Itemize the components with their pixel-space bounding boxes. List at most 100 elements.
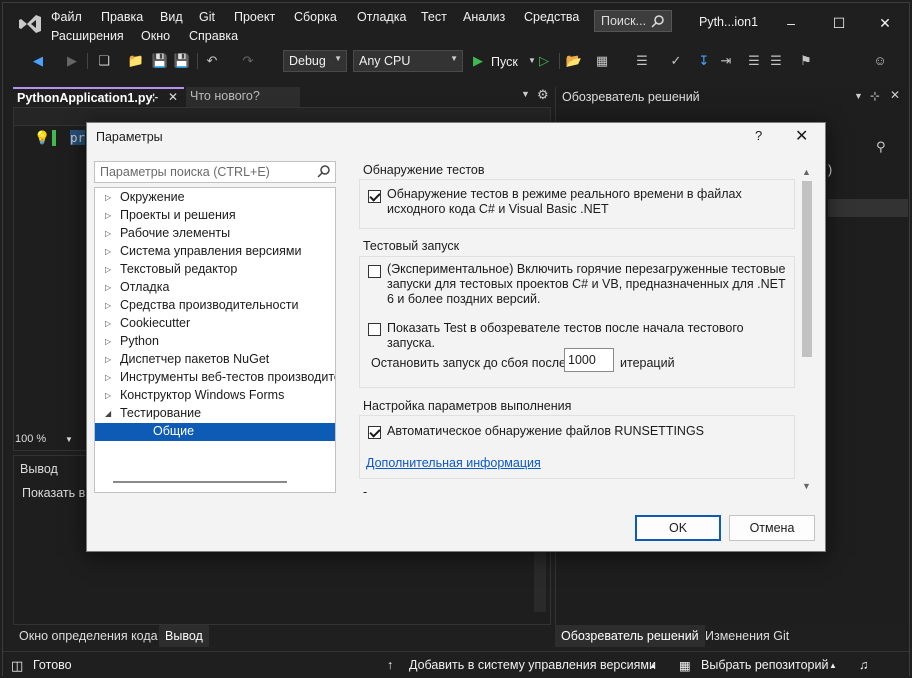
save-icon[interactable]: 💾: [151, 52, 169, 70]
format-icon[interactable]: ☰: [633, 52, 651, 70]
menu-test[interactable]: Тест: [421, 10, 447, 24]
close-icon[interactable]: ✕: [890, 88, 900, 102]
menu-edit[interactable]: Правка: [101, 10, 143, 24]
tree-expand-icon[interactable]: ▷: [105, 373, 111, 382]
forward-icon[interactable]: ▶: [63, 52, 81, 70]
start-debugging-icon[interactable]: ▶: [469, 52, 487, 70]
start-without-debugging-icon[interactable]: ▷: [535, 52, 553, 70]
tree-expand-icon[interactable]: ▷: [105, 337, 111, 346]
close-dialog-button[interactable]: ✕: [795, 126, 808, 146]
pin-icon[interactable]: ⊹: [870, 89, 880, 103]
comment-icon[interactable]: ☰: [745, 52, 763, 70]
open-folder-icon[interactable]: 📁: [127, 52, 145, 70]
back-icon[interactable]: ◀: [29, 52, 47, 70]
pin-icon[interactable]: ⊹: [149, 91, 158, 104]
menu-debug[interactable]: Отладка: [357, 10, 406, 24]
tree-expand-icon[interactable]: ▷: [105, 355, 111, 364]
tree-expand-icon[interactable]: ▷: [105, 229, 111, 238]
save-all-icon[interactable]: 💾: [173, 52, 191, 70]
feedback-icon[interactable]: ☺: [871, 52, 889, 70]
tree-item-source-control[interactable]: ▷ Система управления версиями: [95, 243, 335, 261]
chevron-down-icon[interactable]: ▼: [521, 89, 530, 99]
ok-button[interactable]: OK: [635, 515, 721, 541]
menu-view[interactable]: Вид: [160, 10, 183, 24]
scroll-up-icon[interactable]: ▲: [802, 167, 811, 177]
tree-expand-icon[interactable]: ▷: [105, 211, 111, 220]
tree-item-python[interactable]: ▷ Python: [95, 333, 335, 351]
configuration-select[interactable]: Debug ▼: [283, 50, 347, 72]
browse-folder-icon[interactable]: 📂: [565, 52, 583, 70]
tab-python-file[interactable]: PythonApplication1.py ⊹ ✕: [13, 87, 184, 107]
menu-extensions[interactable]: Расширения: [51, 29, 124, 43]
tree-expand-icon[interactable]: ▷: [105, 283, 111, 292]
maximize-button[interactable]: ☐: [829, 13, 849, 33]
step-icon[interactable]: ↧: [695, 52, 713, 70]
lightbulb-icon[interactable]: 💡: [34, 130, 50, 146]
scrollbar-thumb[interactable]: [802, 181, 812, 357]
options-vertical-scrollbar[interactable]: ▲ ▼: [799, 167, 815, 491]
tab-code-definition[interactable]: Окно определения кода: [13, 625, 164, 647]
tree-expand-icon[interactable]: ▷: [105, 391, 111, 400]
menu-window[interactable]: Окно: [141, 29, 170, 43]
tab-output[interactable]: Вывод: [159, 625, 209, 647]
tree-item-testing[interactable]: ◢ Тестирование: [95, 405, 335, 423]
window-layout-icon[interactable]: ▦: [593, 52, 611, 70]
tree-item-general[interactable]: Общие: [95, 423, 335, 441]
zoom-level[interactable]: 100 % ▼: [15, 433, 75, 449]
tab-solution-explorer[interactable]: Обозреватель решений: [555, 625, 705, 647]
more-info-link[interactable]: Дополнительная информация: [366, 456, 541, 470]
search-icon[interactable]: ⚲: [876, 139, 886, 155]
menu-tools[interactable]: Средства: [524, 10, 579, 24]
start-button[interactable]: Пуск: [491, 55, 518, 69]
redo-icon[interactable]: ↷: [239, 52, 257, 70]
menu-build[interactable]: Сборка: [294, 10, 337, 24]
tree-expand-icon[interactable]: ▷: [105, 265, 111, 274]
indent-icon[interactable]: ⇥: [717, 52, 735, 70]
add-to-source-control-button[interactable]: Добавить в систему управления версиями: [409, 658, 656, 672]
new-project-icon[interactable]: ❏: [95, 52, 113, 70]
tree-item-winforms-designer[interactable]: ▷ Конструктор Windows Forms: [95, 387, 335, 405]
iterations-input[interactable]: 1000: [564, 348, 614, 372]
menu-analyze[interactable]: Анализ: [463, 10, 505, 24]
spellcheck-icon[interactable]: ✓: [667, 52, 685, 70]
tree-item-work-items[interactable]: ▷ Рабочие элементы: [95, 225, 335, 243]
menu-help[interactable]: Справка: [189, 29, 238, 43]
tree-expand-icon[interactable]: ▷: [105, 301, 111, 310]
tree-item-debugging[interactable]: ▷ Отладка: [95, 279, 335, 297]
realtime-discovery-checkbox[interactable]: [368, 190, 381, 203]
tree-horizontal-scrollbar[interactable]: [113, 481, 287, 483]
show-test-checkbox[interactable]: [368, 323, 381, 336]
bookmark-icon[interactable]: ⚑: [797, 52, 815, 70]
global-search-box[interactable]: Поиск...: [594, 10, 672, 32]
tab-git-changes[interactable]: Изменения Git: [699, 625, 795, 647]
gear-icon[interactable]: ⚙: [537, 87, 549, 103]
tab-whats-new[interactable]: Что нового?: [186, 87, 300, 107]
auto-runsettings-checkbox[interactable]: [368, 426, 381, 439]
selected-row[interactable]: [828, 199, 908, 217]
uncomment-icon[interactable]: ☰: [767, 52, 785, 70]
tree-item-text-editor[interactable]: ▷ Текстовый редактор: [95, 261, 335, 279]
undo-icon[interactable]: ↶: [203, 52, 221, 70]
tree-collapse-icon[interactable]: ◢: [105, 409, 111, 418]
options-search-input[interactable]: Параметры поиска (CTRL+E): [94, 161, 336, 183]
tree-item-environment[interactable]: ▷ Окружение: [95, 189, 335, 207]
tree-expand-icon[interactable]: ▷: [105, 319, 111, 328]
tree-item-performance-tools[interactable]: ▷ Средства производительности: [95, 297, 335, 315]
chevron-down-icon[interactable]: ▼: [854, 91, 863, 101]
help-button[interactable]: ?: [755, 128, 762, 143]
tree-item-nuget[interactable]: ▷ Диспетчер пакетов NuGet: [95, 351, 335, 369]
tree-expand-icon[interactable]: ▷: [105, 193, 111, 202]
tree-item-cookiecutter[interactable]: ▷ Cookiecutter: [95, 315, 335, 333]
cancel-button[interactable]: Отмена: [729, 515, 815, 541]
menu-file[interactable]: Файл: [51, 10, 82, 24]
hot-reload-checkbox[interactable]: [368, 265, 381, 278]
tree-expand-icon[interactable]: ▷: [105, 247, 111, 256]
menu-project[interactable]: Проект: [234, 10, 275, 24]
close-icon[interactable]: ✕: [168, 90, 178, 104]
notifications-icon[interactable]: ♫: [859, 658, 868, 672]
select-repository-button[interactable]: Выбрать репозиторий: [701, 658, 828, 672]
tree-item-web-perf-tests[interactable]: ▷ Инструменты веб-тестов производител: [95, 369, 335, 387]
platform-select[interactable]: Any CPU ▼: [353, 50, 463, 72]
minimize-button[interactable]: –: [781, 13, 801, 33]
tree-item-projects-solutions[interactable]: ▷ Проекты и решения: [95, 207, 335, 225]
